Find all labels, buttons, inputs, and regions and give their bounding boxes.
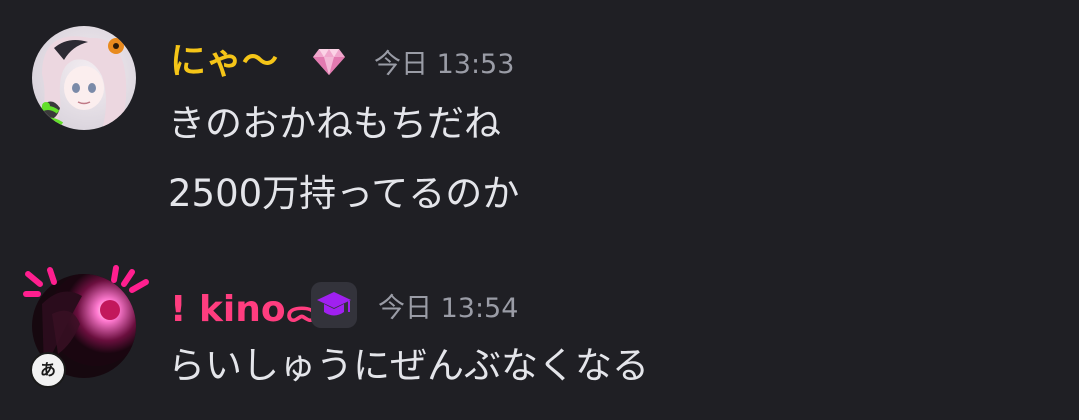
message-text: らいしゅうにぜんぶなくなる [168,344,649,387]
message-text: きのおかねもちだね [168,102,501,145]
username-text: ! kino [170,289,286,330]
username[interactable]: にゃ〜 [170,42,278,82]
gem-icon[interactable] [312,47,346,77]
message-1: にゃ〜 今日 13:53 きのおかねもちだね 2500万持ってるのか [0,0,1079,240]
message-text: 2500万持ってるのか [168,172,520,215]
message-timestamp: 今日 13:53 [374,49,515,80]
username[interactable]: ! kinoᯅ [170,290,318,332]
message-timestamp: 今日 13:54 [378,293,519,324]
anime-girl-avatar-image [32,26,136,130]
user-avatar[interactable] [32,26,136,130]
sparkle-decoration-icon [20,264,152,314]
message-2: あ ! kinoᯅ 今日 13:54 らいしゅうにぜんぶなくなる [0,240,1079,420]
graduation-cap-icon[interactable] [311,282,357,328]
avatar-decoration-badge: あ [30,352,66,388]
